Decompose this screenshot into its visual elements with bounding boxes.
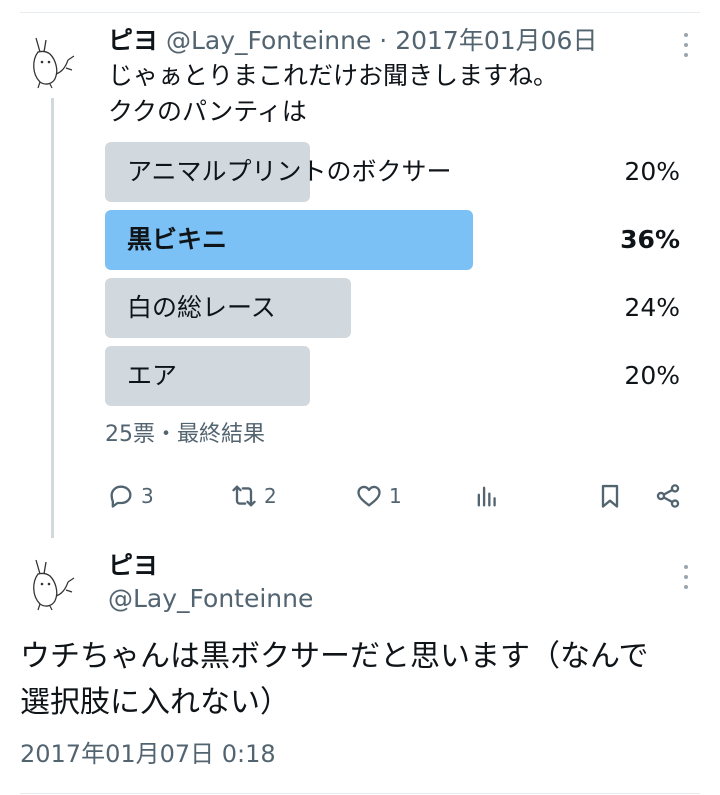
poll-option-label: 黒ビキニ bbox=[127, 225, 228, 254]
poll-option-percent: 24% bbox=[624, 293, 680, 322]
tweet-text-line: ククのパンティは bbox=[108, 97, 307, 126]
tweet-text: じゃぁとりまこれだけお聞きしますね。 ククのパンティは bbox=[108, 58, 558, 130]
avatar[interactable] bbox=[22, 30, 82, 90]
analytics-icon bbox=[477, 486, 496, 507]
top-divider bbox=[20, 12, 700, 13]
retweet-icon bbox=[232, 485, 256, 507]
separator-dot: · bbox=[379, 26, 388, 55]
bookmark-button[interactable] bbox=[596, 480, 624, 512]
retweet-count: 2 bbox=[264, 484, 277, 508]
reply-icon bbox=[110, 485, 132, 508]
like-count: 1 bbox=[389, 484, 402, 508]
poll-option: 白の総レース 24% bbox=[105, 278, 680, 338]
poll-option: アニマルプリントのボクサー 20% bbox=[105, 142, 680, 202]
avatar-drawing-icon bbox=[22, 30, 82, 90]
poll-option-label: 白の総レース bbox=[127, 293, 276, 322]
poll-option-label: アニマルプリントのボクサー bbox=[127, 157, 452, 186]
avatar-drawing-icon bbox=[22, 552, 82, 612]
display-name[interactable]: ピヨ bbox=[108, 26, 158, 55]
tweet-text-line: じゃぁとりまこれだけお聞きしますね。 bbox=[108, 61, 559, 90]
share-icon bbox=[656, 484, 680, 508]
poll-option: 黒ビキニ 36% bbox=[105, 210, 680, 270]
like-button[interactable]: 1 bbox=[355, 480, 402, 512]
retweet-button[interactable]: 2 bbox=[230, 480, 277, 512]
more-options-icon[interactable] bbox=[676, 563, 696, 591]
heart-icon bbox=[357, 485, 381, 507]
reply-text: ウチちゃんは黒ボクサーだと思います（なんで 選択肢に入れない） bbox=[20, 634, 710, 726]
poll-summary: 25票・最終結果 bbox=[105, 422, 265, 447]
reply-text-line: ウチちゃんは黒ボクサーだと思います（なんで bbox=[20, 639, 649, 674]
reply-count: 3 bbox=[141, 484, 154, 508]
share-button[interactable] bbox=[654, 480, 682, 512]
thread-line bbox=[51, 98, 54, 538]
bottom-divider bbox=[20, 793, 700, 794]
poll-option-label: エア bbox=[127, 361, 178, 390]
handle[interactable]: @Lay_Fonteinne bbox=[166, 26, 371, 55]
bookmark-icon bbox=[601, 484, 619, 508]
avatar[interactable] bbox=[22, 552, 82, 612]
tweet-header: ピヨ @Lay_Fonteinne · 2017年01月06日 bbox=[108, 24, 597, 58]
poll-option-percent: 20% bbox=[624, 157, 680, 186]
reply-display-name[interactable]: ピヨ bbox=[108, 550, 158, 582]
reply-text-line: 選択肢に入れない） bbox=[20, 685, 290, 720]
poll-option-percent: 36% bbox=[620, 225, 680, 254]
analytics-button[interactable] bbox=[473, 480, 501, 512]
reply-button[interactable]: 3 bbox=[107, 480, 154, 512]
tweet-date[interactable]: 2017年01月06日 bbox=[395, 26, 597, 55]
reply-timestamp[interactable]: 2017年01月07日 0:18 bbox=[20, 738, 276, 770]
poll-option-percent: 20% bbox=[624, 361, 680, 390]
more-options-icon[interactable] bbox=[676, 31, 696, 59]
poll-option: エア 20% bbox=[105, 346, 680, 406]
reply-handle[interactable]: @Lay_Fonteinne bbox=[108, 583, 313, 615]
